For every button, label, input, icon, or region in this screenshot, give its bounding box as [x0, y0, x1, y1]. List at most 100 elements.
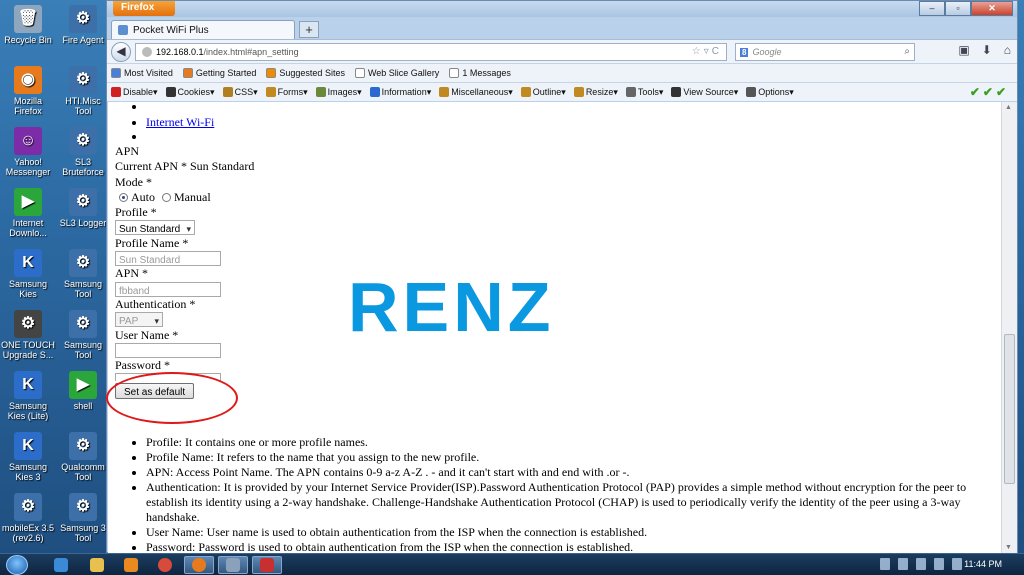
- internet-explorer-icon: [54, 558, 68, 572]
- scroll-down-icon[interactable]: ▼: [1005, 544, 1012, 551]
- taskbar-app[interactable]: [252, 556, 282, 574]
- desktop-icon[interactable]: ☺ Yahoo! Messenger: [1, 127, 55, 177]
- apn-field[interactable]: fbband: [115, 281, 221, 297]
- volume-icon[interactable]: [934, 558, 944, 570]
- tool-icon: [226, 558, 240, 572]
- devtool-label: Cookies▾: [177, 86, 215, 97]
- desktop-icon-label: ONE TOUCH Upgrade S...: [1, 340, 55, 360]
- app-icon: K: [14, 432, 42, 460]
- taskbar-ie[interactable]: [46, 556, 76, 574]
- desktop-icon[interactable]: ⚙ SL3 Logger: [56, 188, 110, 228]
- home-icon[interactable]: ⌂: [1004, 43, 1011, 57]
- devtool-label: Images▾: [327, 86, 362, 97]
- desktop-icon[interactable]: ◉ Mozilla Firefox: [1, 66, 55, 116]
- bookmark-item[interactable]: Most Visited: [111, 68, 173, 78]
- profile-label: Profile *: [115, 205, 157, 220]
- devtool-menu[interactable]: Resize▾: [573, 87, 618, 98]
- addons-icon[interactable]: ▣: [958, 43, 969, 57]
- maximize-button[interactable]: ▫: [945, 1, 971, 16]
- bookmark-label: Most Visited: [124, 68, 173, 78]
- devtool-menu[interactable]: Information▾: [369, 87, 431, 98]
- list-item: [146, 129, 214, 139]
- desktop-icon[interactable]: ▶ Internet Downlo...: [1, 188, 55, 238]
- devtool-label: Outline▾: [532, 86, 566, 97]
- taskbar-explorer[interactable]: [82, 556, 112, 574]
- url-bar[interactable]: 192.168.0.1/index.html#apn_setting ☆▿C: [135, 43, 727, 61]
- download-icon[interactable]: ⬇: [982, 43, 992, 57]
- internet-wifi-link[interactable]: Internet Wi-Fi: [146, 115, 214, 129]
- scrollbar-thumb[interactable]: [1004, 334, 1015, 484]
- bookmark-item[interactable]: Web Slice Gallery: [354, 68, 439, 78]
- tab-pocket-wifi[interactable]: Pocket WiFi Plus: [111, 20, 295, 39]
- bookmark-star-icon[interactable]: ☆▿C: [692, 46, 722, 57]
- mode-options: Auto Manual: [115, 190, 254, 205]
- vertical-scrollbar[interactable]: ▲ ▼: [1001, 102, 1017, 553]
- scroll-up-icon[interactable]: ▲: [1005, 104, 1012, 111]
- battery-icon[interactable]: [952, 558, 962, 570]
- bookmark-item[interactable]: Getting Started: [182, 68, 256, 78]
- bookmark-icon: [182, 68, 193, 78]
- navigation-bar: ◀ 192.168.0.1/index.html#apn_setting ☆▿C…: [107, 39, 1017, 63]
- desktop-icon[interactable]: ⚙ mobileEx 3.5 (rev2.6): [1, 493, 55, 543]
- app-icon: ⚙: [69, 310, 97, 338]
- list-item: Internet Wi-Fi: [146, 115, 214, 129]
- clock[interactable]: 11:44 PM: [964, 559, 1002, 569]
- desktop-icon[interactable]: K Samsung Kies 3: [1, 432, 55, 482]
- devtool-menu[interactable]: CSS▾: [222, 87, 258, 98]
- devtool-menu[interactable]: Options▾: [746, 87, 794, 98]
- google-icon: 8: [740, 47, 749, 57]
- devtool-menu[interactable]: Outline▾: [520, 86, 566, 98]
- minimize-button[interactable]: –: [919, 1, 945, 16]
- close-button[interactable]: ✕: [971, 1, 1013, 16]
- new-tab-button[interactable]: +: [299, 21, 319, 38]
- url-domain: 192.168.0.1: [156, 47, 204, 57]
- search-icon[interactable]: ⌕: [904, 46, 910, 57]
- devtool-menu[interactable]: Images▾: [315, 86, 362, 98]
- desktop-icon[interactable]: ⚙ Qualcomm Tool: [56, 432, 110, 482]
- profile-select[interactable]: Sun Standard: [115, 220, 195, 237]
- desktop-icon[interactable]: ⚙ HTI.Misc Tool: [56, 66, 110, 116]
- desktop-icon[interactable]: ⚙ Samsung Tool: [56, 310, 110, 360]
- search-bar[interactable]: 8 Google ⌕: [735, 43, 915, 61]
- status-check-icons: ✔✔✔: [969, 85, 1009, 99]
- mode-auto-radio[interactable]: [119, 192, 128, 202]
- desktop-icon[interactable]: ⚙ Fire Agent: [56, 5, 110, 45]
- desktop-icon[interactable]: K Samsung Kies: [1, 249, 55, 299]
- network-icon[interactable]: [898, 558, 908, 570]
- taskbar-tool[interactable]: [218, 556, 248, 574]
- list-item: [146, 102, 214, 109]
- help-item: Profile: It contains one or more profile…: [146, 435, 978, 450]
- devtool-menu[interactable]: Tools▾: [625, 87, 663, 98]
- desktop-icon[interactable]: ▶ shell: [56, 371, 110, 411]
- bookmark-item[interactable]: Suggested Sites: [266, 68, 345, 78]
- devtool-icon: [746, 87, 757, 97]
- devtool-menu[interactable]: Cookies▾: [165, 86, 215, 98]
- desktop-icon[interactable]: 🗑 Recycle Bin: [1, 5, 55, 45]
- mode-manual-label: Manual: [174, 189, 211, 204]
- authentication-select[interactable]: PAP: [115, 312, 163, 329]
- taskbar-chrome[interactable]: [150, 556, 180, 574]
- app-icon: [260, 558, 274, 572]
- devtool-menu[interactable]: View Source▾: [671, 87, 738, 98]
- taskbar-firefox[interactable]: [184, 556, 214, 574]
- start-button[interactable]: [6, 555, 28, 575]
- back-button[interactable]: ◀: [111, 42, 131, 62]
- signal-icon[interactable]: [916, 558, 926, 570]
- taskbar-media[interactable]: [116, 556, 146, 574]
- devtool-label: Miscellaneous▾: [451, 86, 513, 97]
- mode-manual-radio[interactable]: [162, 192, 171, 202]
- desktop-icon[interactable]: ⚙ ONE TOUCH Upgrade S...: [1, 310, 55, 360]
- devtool-menu[interactable]: Miscellaneous▾: [439, 87, 513, 98]
- flag-icon[interactable]: [880, 558, 890, 570]
- desktop-icon[interactable]: K Samsung Kies (Lite): [1, 371, 55, 421]
- username-field[interactable]: [115, 342, 221, 358]
- devtool-menu[interactable]: Forms▾: [265, 87, 308, 98]
- profile-name-field[interactable]: Sun Standard: [115, 251, 221, 267]
- firefox-menu-button[interactable]: Firefox: [113, 1, 175, 16]
- desktop-icon[interactable]: ⚙ SL3 Bruteforce: [56, 127, 110, 177]
- devtool-menu[interactable]: Disable▾: [111, 87, 158, 98]
- watermark-text: RENZ: [348, 268, 555, 346]
- desktop-icon[interactable]: ⚙ Samsung Tool: [56, 249, 110, 299]
- desktop-icon[interactable]: ⚙ Samsung 3 Tool: [56, 493, 110, 543]
- bookmark-item[interactable]: 1 Messages: [449, 68, 511, 78]
